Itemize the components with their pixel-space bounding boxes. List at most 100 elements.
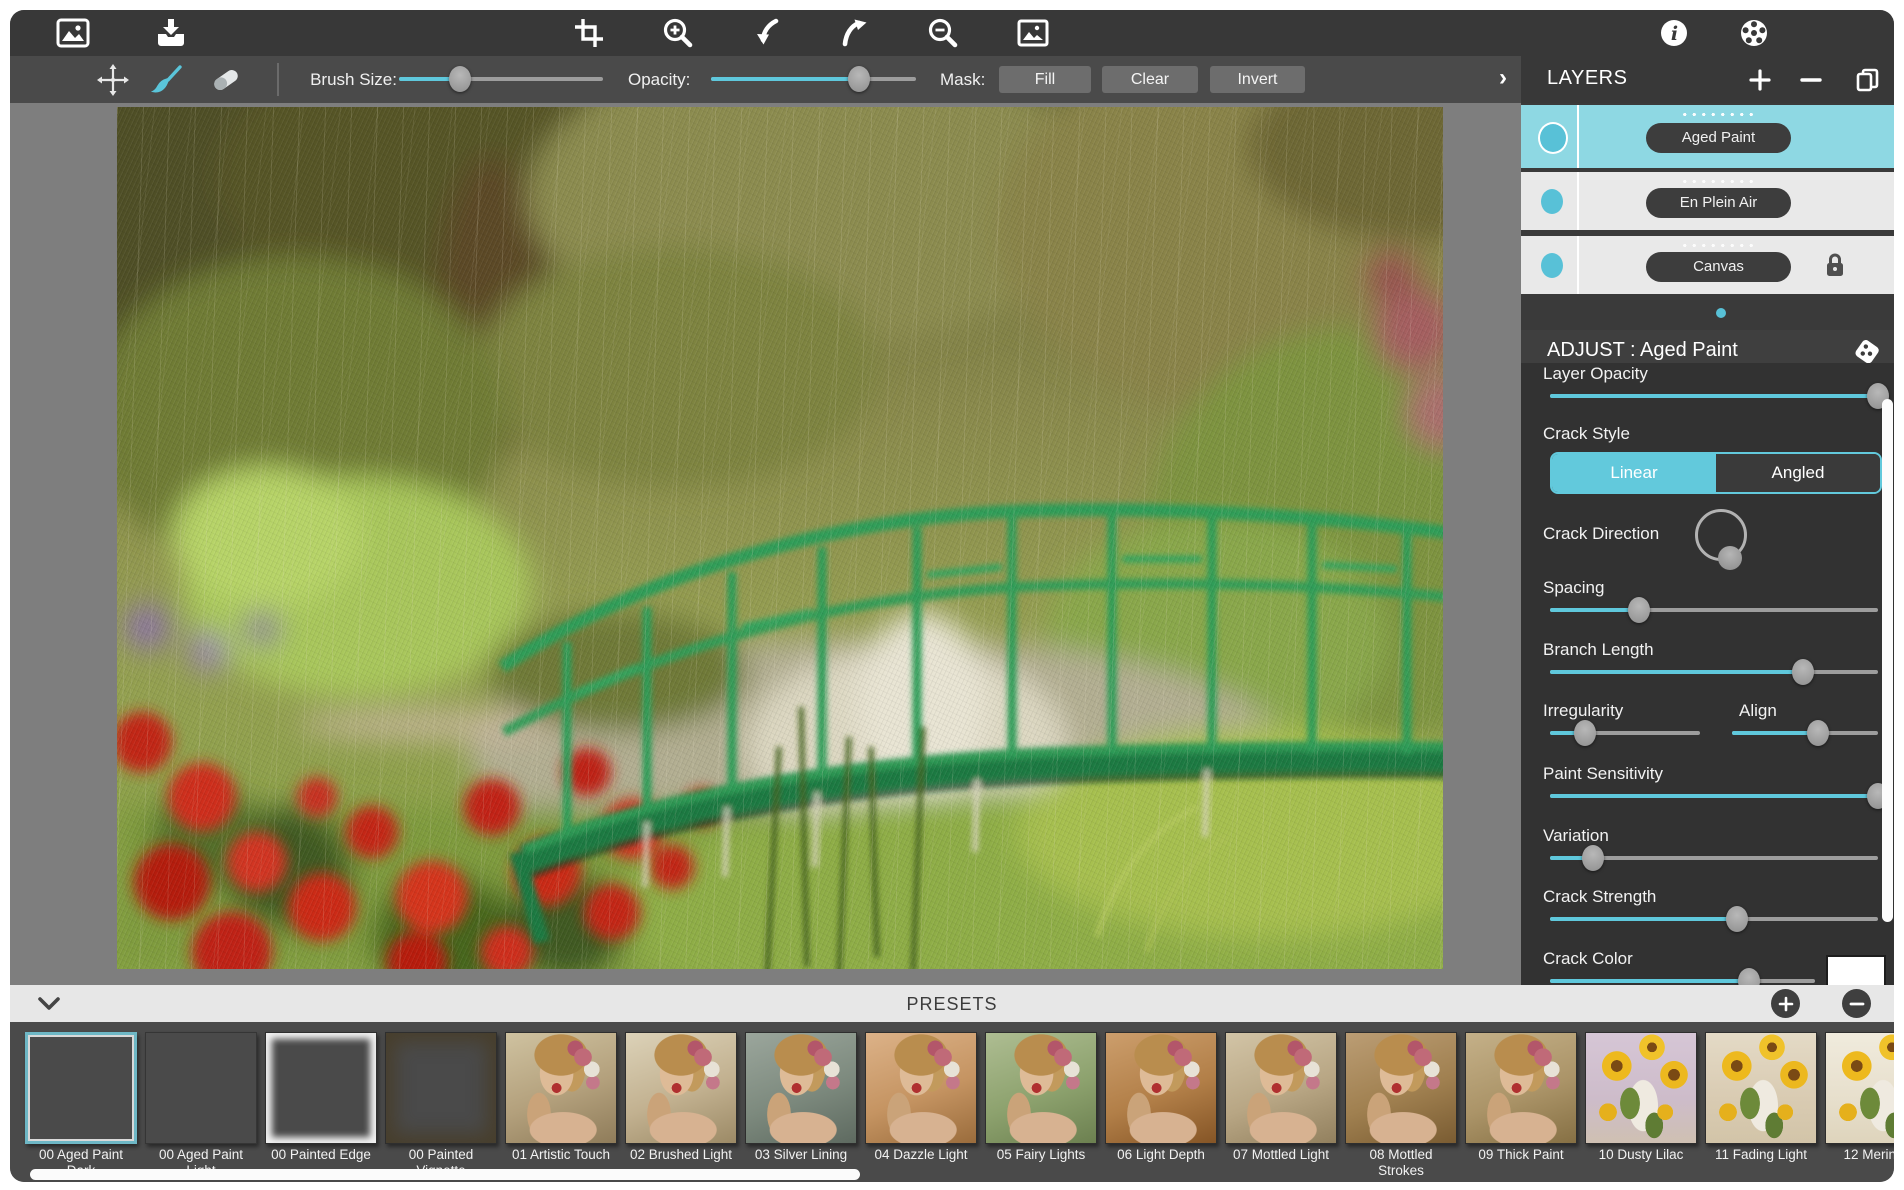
preset-thumbnail[interactable]: 12 Meringue — [1825, 1032, 1894, 1179]
presets-strip: 00 Aged Paint Dark 00 Aged Paint Light 0… — [10, 1022, 1894, 1182]
info-icon: i — [1658, 17, 1690, 49]
visibility-toggle[interactable] — [1541, 253, 1563, 278]
zoom-out-icon — [926, 16, 960, 50]
crop-button[interactable] — [570, 14, 608, 52]
canvas-area — [10, 103, 1521, 985]
gear-icon — [1738, 17, 1770, 49]
layer-name-pill[interactable]: Aged Paint — [1646, 123, 1791, 153]
layer-row-aged-paint[interactable]: Aged Paint — [1521, 105, 1894, 168]
layer-drag-dots[interactable] — [1680, 243, 1756, 248]
opacity-slider[interactable] — [711, 66, 916, 92]
open-image-button[interactable] — [54, 14, 92, 52]
align-knob[interactable] — [1807, 720, 1829, 746]
undo-button[interactable] — [747, 14, 785, 52]
brush-tool-button[interactable] — [149, 61, 187, 99]
irregularity-slider[interactable] — [1550, 720, 1700, 746]
branch-length-slider[interactable] — [1550, 659, 1878, 685]
minus-icon — [1799, 68, 1823, 92]
brush-size-knob[interactable] — [449, 66, 471, 92]
preset-thumbnail[interactable]: 01 Artistic Touch — [505, 1032, 617, 1179]
align-slider[interactable] — [1732, 720, 1878, 746]
variation-knob[interactable] — [1582, 845, 1604, 871]
crack-strength-slider[interactable] — [1550, 906, 1878, 932]
variation-slider[interactable] — [1550, 845, 1878, 871]
preset-thumbnail[interactable]: 02 Brushed Light — [625, 1032, 737, 1179]
mask-clear-button[interactable]: Clear — [1102, 66, 1198, 93]
crack-color-swatch[interactable] — [1826, 955, 1886, 985]
crack-style-angled-button[interactable]: Angled — [1716, 454, 1880, 492]
app-window: i — [10, 10, 1894, 1182]
variation-label: Variation — [1543, 826, 1609, 846]
preview-original-button[interactable] — [1014, 14, 1052, 52]
zoom-presets-out-button[interactable] — [1842, 989, 1871, 1018]
zoom-out-button[interactable] — [924, 14, 962, 52]
add-layer-button[interactable] — [1747, 67, 1773, 93]
layer-divider-line — [1577, 105, 1579, 168]
info-button[interactable]: i — [1655, 14, 1693, 52]
top-toolbar: i — [10, 10, 1894, 56]
redo-button[interactable] — [836, 14, 874, 52]
crack-strength-knob[interactable] — [1726, 906, 1748, 932]
zoom-presets-in-button[interactable] — [1771, 989, 1800, 1018]
brush-size-slider[interactable] — [399, 66, 603, 92]
preset-thumbnail[interactable]: 07 Mottled Light — [1225, 1032, 1337, 1179]
layer-row-en-plein-air[interactable]: En Plein Air — [1521, 172, 1894, 230]
preset-thumbnail[interactable]: 10 Dusty Lilac — [1585, 1032, 1697, 1179]
crack-color-knob[interactable] — [1738, 968, 1760, 985]
opacity-label: Opacity: — [628, 70, 690, 90]
settings-button[interactable] — [1735, 14, 1773, 52]
layer-drag-dots[interactable] — [1680, 179, 1756, 184]
preset-thumbnail[interactable]: 11 Fading Light — [1705, 1032, 1817, 1179]
crack-style-linear-button[interactable]: Linear — [1552, 454, 1716, 492]
visibility-toggle[interactable] — [1541, 189, 1563, 214]
brush-size-label: Brush Size: — [277, 70, 397, 90]
preset-thumbnail[interactable]: 00 Aged Paint Light — [145, 1032, 257, 1179]
layer-opacity-label: Layer Opacity — [1543, 364, 1648, 384]
layer-divider-line — [1577, 236, 1579, 294]
preset-thumbnail[interactable]: 05 Fairy Lights — [985, 1032, 1097, 1179]
crack-style-segmented: Linear Angled — [1550, 452, 1882, 494]
branch-length-knob[interactable] — [1792, 659, 1814, 685]
move-tool-button[interactable] — [94, 61, 132, 99]
preset-thumbnail[interactable]: 00 Painted Vignette — [385, 1032, 497, 1179]
presets-scrollbar[interactable] — [30, 1169, 860, 1180]
layers-pager-dot[interactable] — [1716, 308, 1726, 318]
layer-drag-dots[interactable] — [1680, 112, 1756, 117]
remove-layer-button[interactable] — [1798, 67, 1824, 93]
opacity-knob[interactable] — [848, 66, 870, 92]
save-button[interactable] — [152, 14, 190, 52]
irregularity-label: Irregularity — [1543, 701, 1623, 721]
irregularity-knob[interactable] — [1574, 720, 1596, 746]
panel-scrollbar[interactable] — [1882, 399, 1893, 922]
crack-direction-handle[interactable] — [1718, 546, 1742, 570]
layer-name-pill[interactable]: En Plein Air — [1646, 188, 1791, 218]
layer-row-canvas[interactable]: Canvas — [1521, 236, 1894, 294]
preset-thumbnail[interactable]: 06 Light Depth — [1105, 1032, 1217, 1179]
visibility-toggle[interactable] — [1538, 122, 1568, 154]
spacing-knob[interactable] — [1628, 597, 1650, 623]
spacing-label: Spacing — [1543, 578, 1604, 598]
mask-fill-button[interactable]: Fill — [999, 66, 1091, 93]
zoom-in-button[interactable] — [659, 14, 697, 52]
preset-thumbnail[interactable]: 03 Silver Lining — [745, 1032, 857, 1179]
eraser-tool-button[interactable] — [207, 61, 245, 99]
plus-icon — [1778, 996, 1794, 1012]
paint-sensitivity-slider[interactable] — [1550, 783, 1878, 809]
preset-thumbnail[interactable]: 08 Mottled Strokes — [1345, 1032, 1457, 1179]
layer-opacity-slider[interactable] — [1550, 383, 1878, 409]
mask-invert-button[interactable]: Invert — [1210, 66, 1305, 93]
crack-color-slider[interactable] — [1550, 968, 1815, 985]
preset-thumbnail[interactable]: 09 Thick Paint — [1465, 1032, 1577, 1179]
layer-name-pill[interactable]: Canvas — [1646, 252, 1791, 282]
adjust-title: ADJUST : Aged Paint — [1547, 339, 1738, 362]
preset-thumbnail[interactable]: 00 Aged Paint Dark — [25, 1032, 137, 1179]
preset-thumbnail[interactable]: 04 Dazzle Light — [865, 1032, 977, 1179]
duplicate-layer-button[interactable] — [1855, 67, 1881, 93]
painting-image[interactable] — [117, 107, 1443, 969]
layers-title: LAYERS — [1547, 67, 1627, 90]
spacing-slider[interactable] — [1550, 597, 1878, 623]
preset-thumbnail[interactable]: 00 Painted Edge — [265, 1032, 377, 1179]
save-icon — [154, 18, 188, 48]
crack-strength-label: Crack Strength — [1543, 887, 1656, 907]
collapse-panel-chevron[interactable]: › — [1499, 64, 1507, 92]
